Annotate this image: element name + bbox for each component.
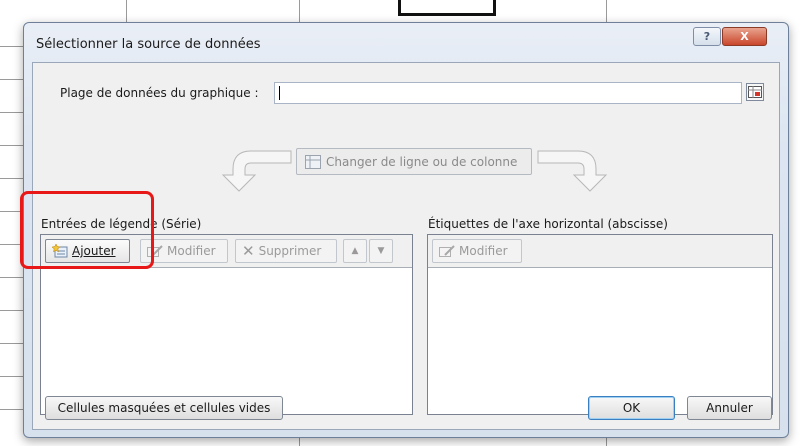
dialog-title-bar[interactable]: Sélectionner la source de données ? X	[24, 23, 788, 61]
delete-series-label: Supprimer	[258, 244, 322, 258]
axis-labels-title: Étiquettes de l'axe horizontal (abscisse…	[428, 217, 668, 231]
ok-label: OK	[622, 401, 641, 415]
axis-toolbar: Modifier	[428, 235, 772, 268]
switch-row-column-button[interactable]: Changer de ligne ou de colonne	[296, 148, 532, 175]
switch-row-column-label: Changer de ligne ou de colonne	[326, 154, 518, 169]
help-button[interactable]: ?	[693, 27, 721, 46]
edit-axis-labels-label: Modifier	[459, 244, 508, 258]
move-down-button[interactable]: ▼	[369, 239, 393, 263]
cancel-button[interactable]: Annuler	[687, 396, 772, 420]
data-range-input[interactable]	[274, 82, 742, 104]
help-icon: ?	[703, 30, 711, 43]
edit-axis-labels-button[interactable]: Modifier	[432, 239, 522, 263]
arrow-up-icon: ▲	[351, 246, 359, 256]
data-range-label: Plage de données du graphique :	[60, 86, 259, 100]
arrow-down-icon: ▼	[377, 246, 385, 256]
dialog-title: Sélectionner la source de données	[36, 37, 261, 52]
range-select-icon	[748, 86, 762, 98]
cancel-label: Annuler	[706, 401, 753, 415]
curved-arrow-right-icon	[537, 150, 608, 192]
switch-row-column-icon	[305, 154, 321, 169]
close-icon: X	[740, 30, 749, 43]
delete-icon: ✕	[242, 242, 255, 260]
hidden-empty-cells-button[interactable]: Cellules masquées et cellules vides	[45, 396, 283, 420]
text-caret	[279, 86, 280, 100]
collapse-dialog-button[interactable]	[746, 83, 764, 101]
close-button[interactable]: X	[722, 27, 767, 46]
sheet-chart-shape	[398, 0, 496, 16]
axis-labels-panel: Modifier	[427, 234, 773, 415]
hidden-empty-cells-label: Cellules masquées et cellules vides	[57, 401, 271, 415]
ok-button[interactable]: OK	[588, 396, 675, 420]
curved-arrow-left-icon	[221, 150, 292, 192]
edit-series-label: Modifier	[167, 244, 216, 258]
move-up-button[interactable]: ▲	[343, 239, 367, 263]
delete-series-button[interactable]: ✕ Supprimer	[235, 239, 337, 263]
annotation-highlight	[20, 191, 154, 269]
edit-icon	[439, 245, 455, 257]
